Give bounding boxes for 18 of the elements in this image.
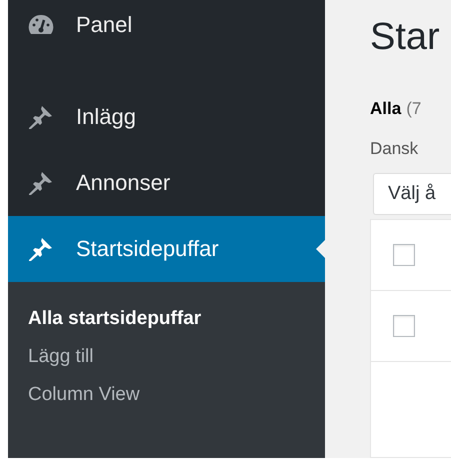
row-checkbox[interactable]	[393, 315, 415, 337]
submenu-item[interactable]: Column View	[8, 376, 325, 414]
bulk-action-select[interactable]: Välj å	[373, 173, 451, 215]
menu-item[interactable]: Startsidepuffar	[8, 216, 325, 282]
pushpin-icon	[28, 170, 54, 196]
pushpin-icon	[28, 236, 54, 262]
dashboard-icon	[28, 13, 54, 37]
filter-count: (7	[406, 99, 422, 119]
page-title: Star	[370, 16, 441, 59]
row-checkbox[interactable]	[393, 244, 415, 266]
filter-link[interactable]: Alla	[370, 99, 402, 119]
menu-item[interactable]: Panel	[8, 0, 325, 50]
submenu-item[interactable]: Alla startsidepuffar	[8, 300, 325, 338]
language-link[interactable]: Dansk	[370, 139, 451, 159]
menu-item[interactable]: Inlägg	[8, 84, 325, 150]
menu-item[interactable]: Annonser	[8, 150, 325, 216]
submenu-item[interactable]: Lägg till	[8, 338, 325, 376]
pushpin-icon	[28, 104, 54, 130]
